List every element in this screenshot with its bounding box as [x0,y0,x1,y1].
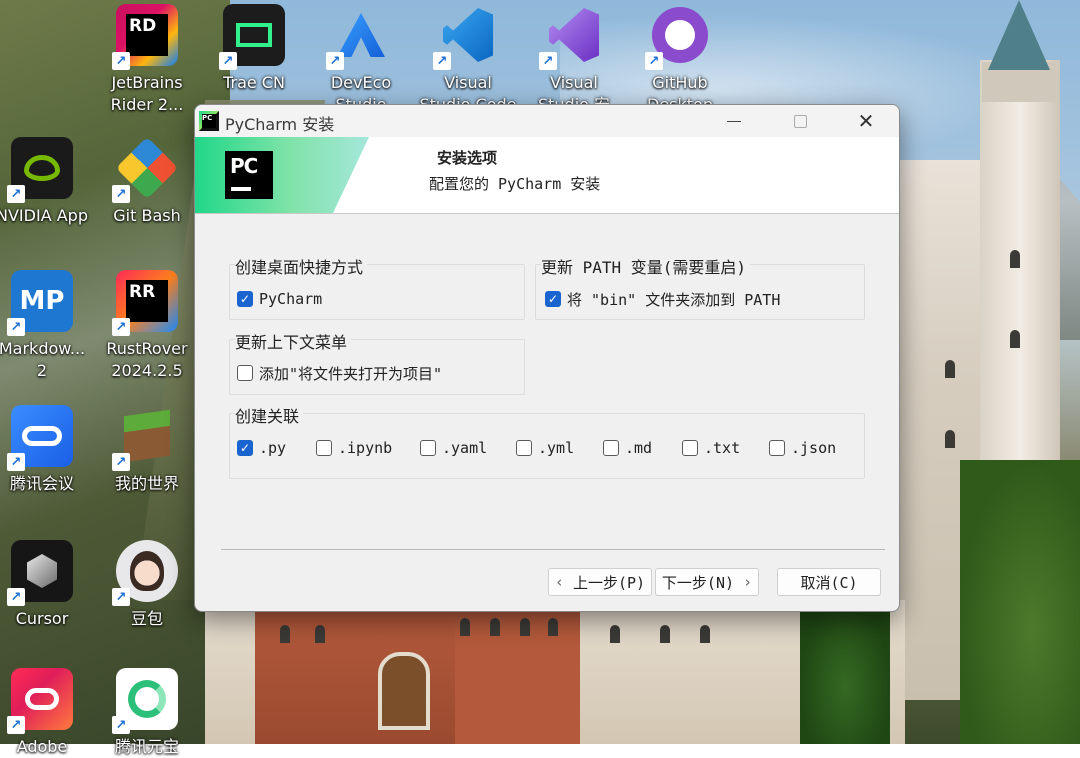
group-title-context: 更新上下文菜单 [235,329,352,353]
checkbox-unchecked-icon [316,440,332,456]
checkbox-assoc-yml[interactable]: .yml [516,437,574,459]
title-bar[interactable]: PC PyCharm 安装 ✕ [195,105,899,137]
header-banner: PC 安装选项 配置您的 PyCharm 安装 [195,137,899,214]
markdown-icon: MP ↗ [7,270,73,336]
checkbox-assoc-md[interactable]: .md [603,437,652,459]
desktop-icon-adobe[interactable]: ↗ Adobe [0,668,94,758]
checkbox-checked-icon: ✓ [237,440,253,456]
cursor-icon: ↗ [7,540,73,606]
yuanbao-icon: ↗ [112,668,178,734]
page-title: 安装选项 [437,149,498,167]
tencent-meeting-icon: ↗ [7,405,73,471]
close-button[interactable]: ✕ [843,105,889,137]
checkbox-pycharm-shortcut[interactable]: ✓ PyCharm [237,288,322,310]
close-icon: ✕ [857,109,875,133]
rustrover-icon: RR ↗ [112,270,178,336]
desktop-icon-nvidia[interactable]: ↗ NVIDIA App [0,137,94,227]
desktop-icon-markdown[interactable]: MP ↗ Markdow... 2 [0,270,94,382]
checkbox-unchecked-icon [237,365,253,381]
doubao-icon: ↗ [112,540,178,606]
checkbox-assoc-txt[interactable]: .txt [682,437,740,459]
chevron-right-icon: › [743,573,753,591]
minecraft-icon: ↗ [112,405,178,471]
checkbox-add-bin-to-path[interactable]: ✓ 将 "bin" 文件夹添加到 PATH [545,288,780,310]
minimize-button[interactable] [711,105,757,137]
pycharm-logo: PC [225,151,273,199]
checkbox-unchecked-icon [516,440,532,456]
checkbox-assoc-json[interactable]: .json [769,437,836,459]
vscode-icon: ↗ [433,4,499,70]
nvidia-icon: ↗ [7,137,73,203]
desktop-icon-yuanbao[interactable]: ↗ 腾讯元宝 [95,668,199,758]
desktop-icon-deveco[interactable]: ↗ DevEco Studio [309,4,413,116]
desktop-icon-rider[interactable]: RD ↗ JetBrains Rider 2... [95,4,199,116]
desktop-icon-doubao[interactable]: ↗ 豆包 [95,540,199,630]
back-button[interactable]: ‹ 上一步(P) [548,568,652,596]
desktop-icon-tencent-meeting[interactable]: ↗ 腾讯会议 [0,405,94,495]
checkbox-unchecked-icon [682,440,698,456]
checkbox-checked-icon: ✓ [237,291,253,307]
adobe-cc-icon: ↗ [7,668,73,734]
checkbox-assoc-py[interactable]: ✓ .py [237,437,286,459]
window-title: PyCharm 安装 [225,115,335,134]
group-title-path: 更新 PATH 变量(需要重启) [541,254,751,278]
chevron-left-icon: ‹ [554,573,564,591]
trae-icon: ↗ [219,4,285,70]
visual-studio-icon: ↗ [539,4,605,70]
checkbox-checked-icon: ✓ [545,291,561,307]
installer-window[interactable]: PC PyCharm 安装 ✕ PC 安装选项 配置您的 PyCharm 安装 … [194,104,900,612]
desktop-icon-github[interactable]: ↗ GitHub Desktop [628,4,732,116]
checkbox-open-folder-as-project[interactable]: 添加"将文件夹打开为项目" [237,362,442,384]
rider-icon: RD ↗ [112,4,178,70]
minimize-icon [727,120,741,122]
cancel-button[interactable]: 取消(C) [777,568,881,596]
group-title-assoc: 创建关联 [235,403,304,427]
git-bash-icon: ↗ [112,136,179,203]
desktop-icon-minecraft[interactable]: ↗ 我的世界 [95,405,199,495]
github-icon: ↗ [645,4,711,70]
maximize-icon [793,114,807,128]
desktop-icon-git-bash[interactable]: ↗ Git Bash [95,136,199,227]
pycharm-app-icon: PC [199,111,219,131]
footer-divider [221,549,885,550]
desktop-icon-rustrover[interactable]: RR ↗ RustRover 2024.2.5 [95,270,199,382]
checkbox-unchecked-icon [420,440,436,456]
checkbox-unchecked-icon [769,440,785,456]
checkbox-unchecked-icon [603,440,619,456]
deveco-icon: ↗ [326,4,392,70]
desktop-icon-vscode[interactable]: ↗ Visual Studio Code [416,4,520,116]
page-subtitle: 配置您的 PyCharm 安装 [429,175,601,193]
desktop-icon-trae[interactable]: ↗ Trae CN [202,4,306,94]
desktop-icon-cursor[interactable]: ↗ Cursor [0,540,94,630]
group-title-shortcut: 创建桌面快捷方式 [235,254,368,278]
next-button[interactable]: 下一步(N) › [655,568,759,596]
desktop-icon-visual-studio[interactable]: ↗ Visual Studio 安 [522,4,626,116]
checkbox-assoc-ipynb[interactable]: .ipynb [316,437,392,459]
checkbox-assoc-yaml[interactable]: .yaml [420,437,487,459]
maximize-button [777,105,823,137]
